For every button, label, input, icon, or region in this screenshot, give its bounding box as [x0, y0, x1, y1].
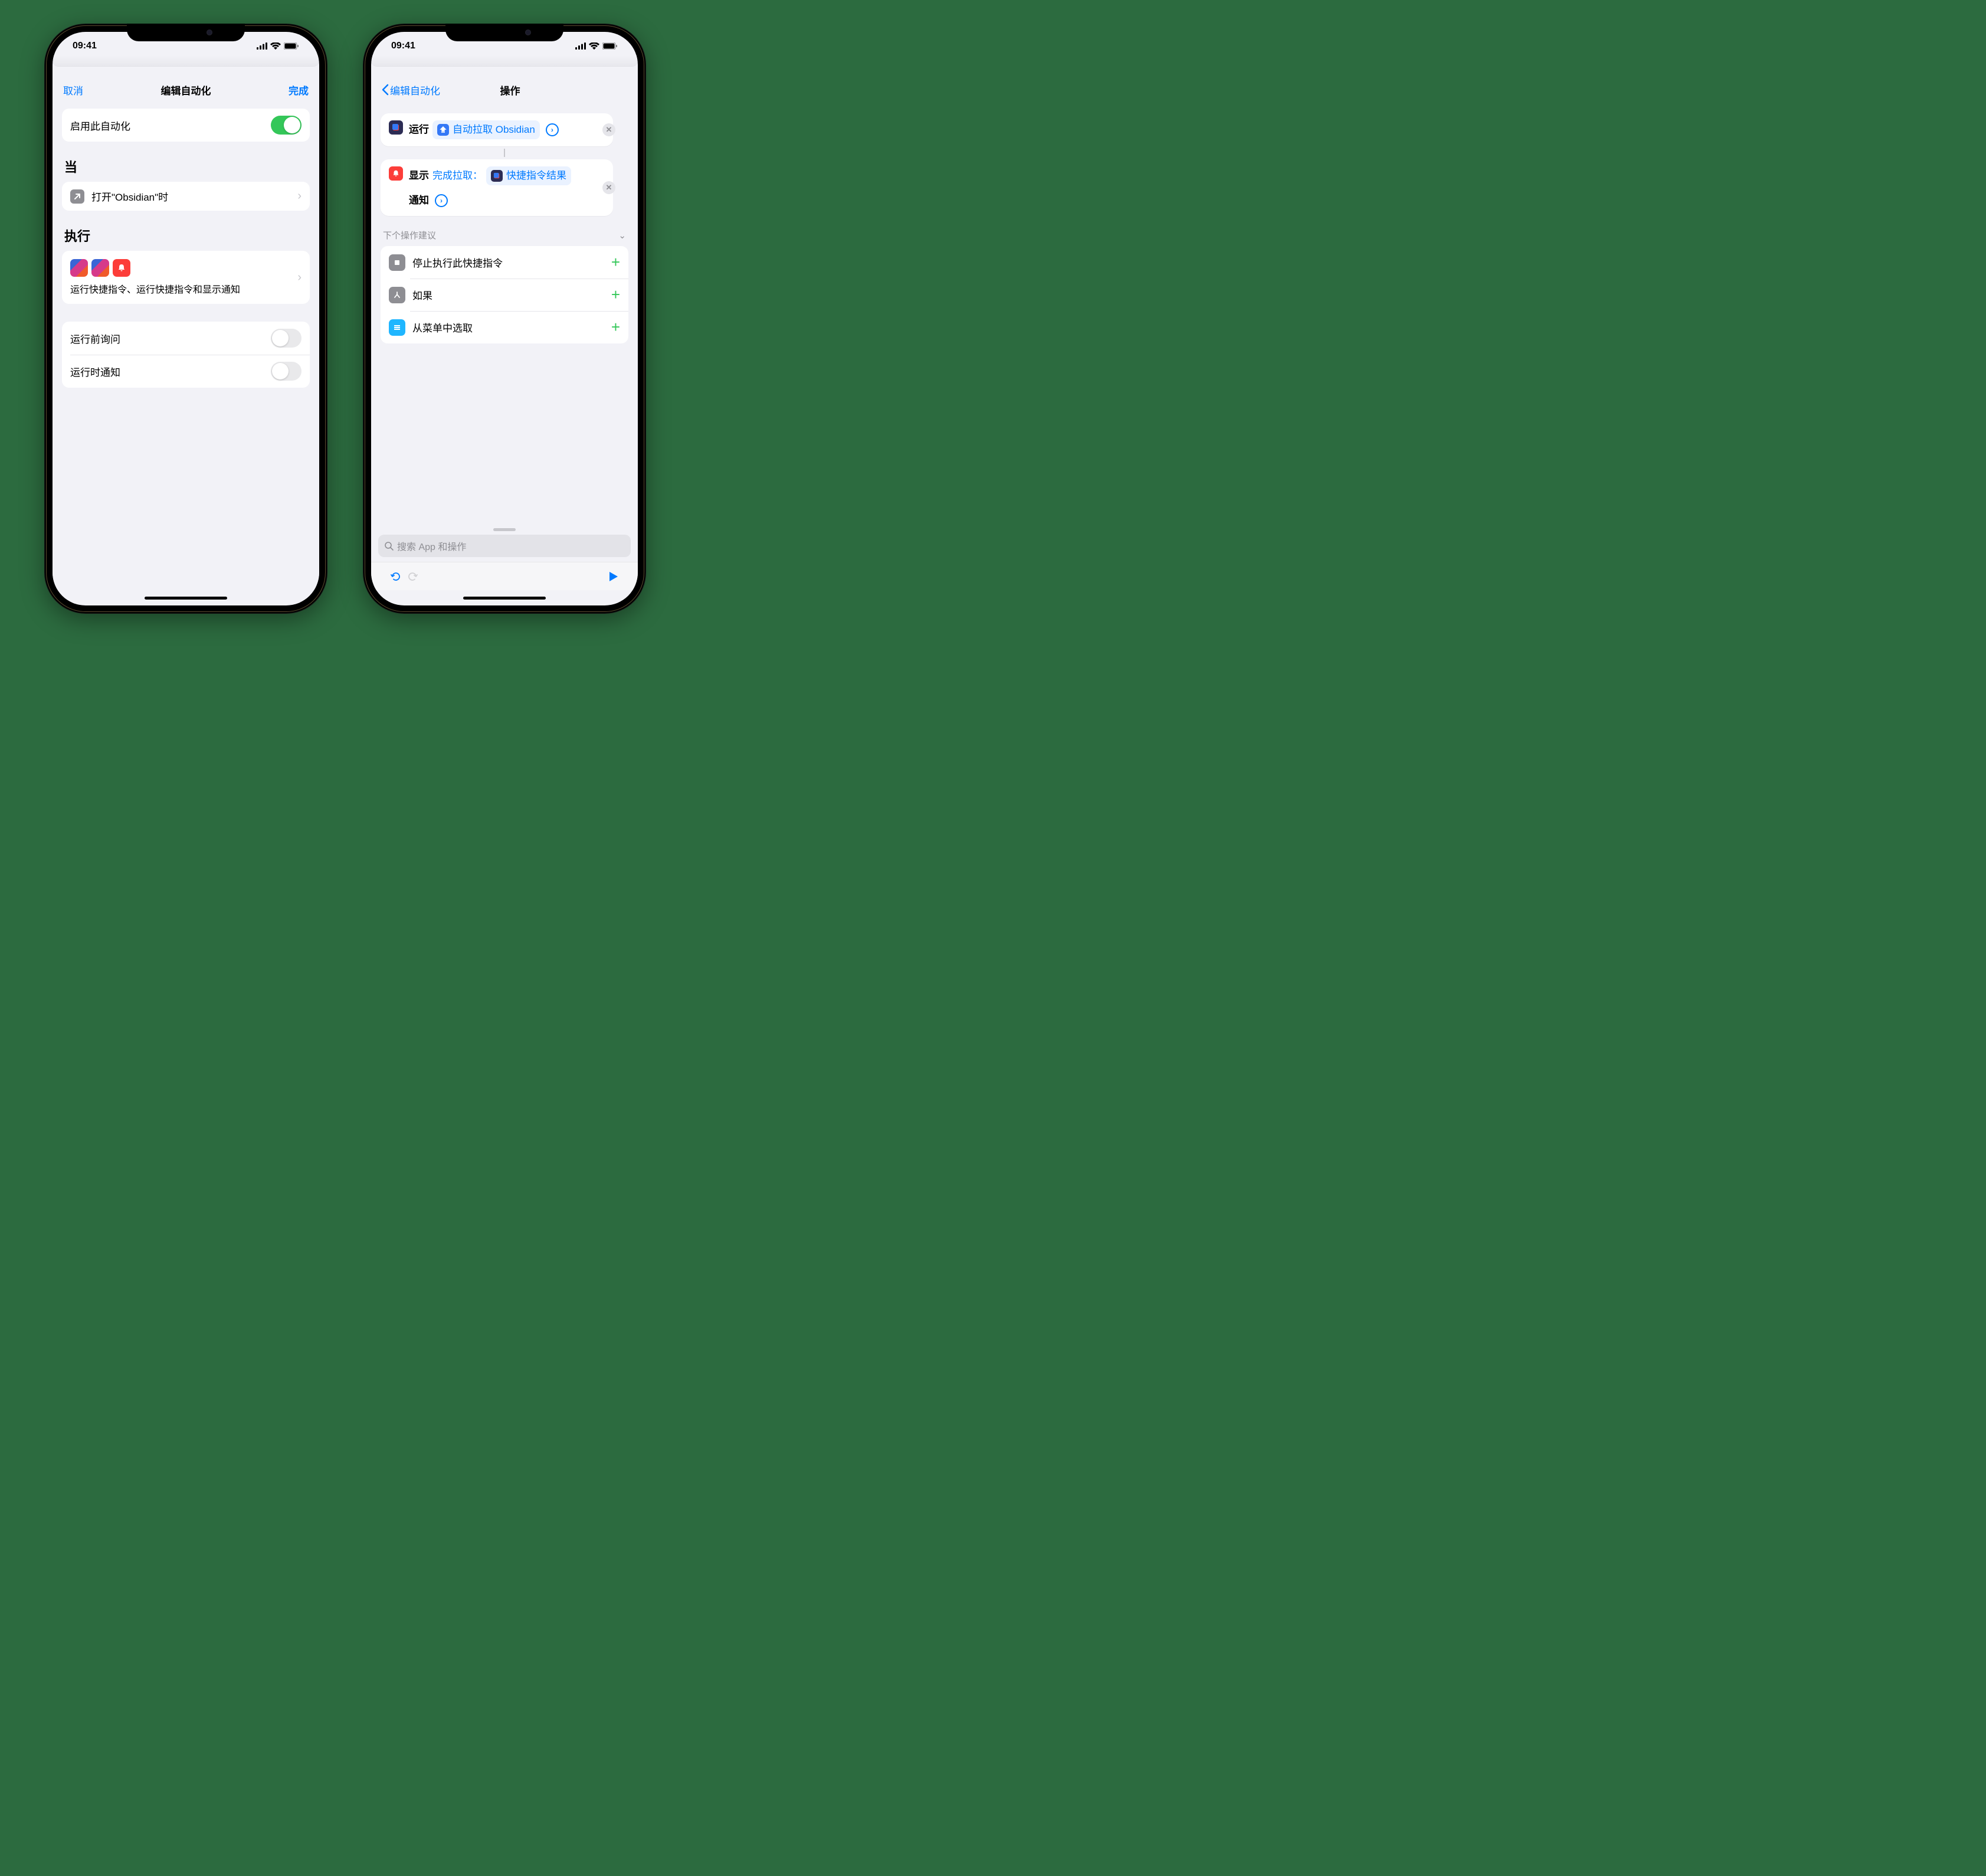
battery-icon [602, 42, 618, 50]
search-icon [384, 541, 394, 551]
ask-label: 运行前询问 [70, 331, 264, 346]
ask-row[interactable]: 运行前询问 [62, 322, 310, 355]
notch [445, 24, 563, 41]
notch [127, 24, 245, 41]
navbar-title: 编辑自动化 [161, 83, 211, 97]
ask-toggle[interactable] [271, 329, 301, 348]
shortcuts-icon [91, 259, 109, 277]
add-icon[interactable]: + [611, 253, 620, 271]
suggestions-list: 停止执行此快捷指令 + 如果 + 从菜单中选取 + [381, 246, 628, 343]
screen-left: 09:41 取消 编辑自动化 完成 启用此自动化 当 [53, 32, 319, 605]
notify-row[interactable]: 运行时通知 [62, 355, 310, 388]
action-text: 显示 完成拉取： 快捷指令结果 通知 › [409, 166, 605, 209]
notification-icon [389, 166, 403, 181]
do-icons [70, 259, 291, 277]
enable-toggle[interactable] [271, 116, 301, 135]
navbar: 取消 编辑自动化 完成 [53, 77, 319, 103]
undo-button[interactable] [388, 568, 404, 585]
notification-icon [113, 259, 130, 277]
do-card[interactable]: 运行快捷指令、运行快捷指令和显示通知 › [62, 251, 310, 304]
menu-icon [389, 319, 405, 336]
content-left: 启用此自动化 当 打开"Obsidian"时 › 执行 [53, 103, 319, 590]
options-card: 运行前询问 运行时通知 [62, 322, 310, 388]
enable-label: 启用此自动化 [70, 118, 264, 133]
notification-text[interactable]: 完成拉取： [432, 168, 483, 184]
cellular-icon [575, 42, 586, 50]
shortcut-token[interactable]: 自动拉取 Obsidian [432, 120, 540, 139]
when-card: 打开"Obsidian"时 › [62, 182, 310, 211]
do-header: 执行 [64, 226, 307, 245]
redo-button [404, 568, 421, 585]
back-label: 编辑自动化 [390, 83, 440, 97]
suggestion-menu[interactable]: 从菜单中选取 + [381, 311, 628, 343]
disclose-button[interactable]: › [435, 194, 448, 207]
notify-label: 运行时通知 [70, 364, 264, 379]
home-indicator [53, 590, 319, 605]
delete-action-button[interactable]: ✕ [602, 123, 615, 136]
result-token-icon [491, 170, 503, 182]
home-indicator [371, 590, 638, 605]
chevron-down-icon: ⌄ [618, 230, 626, 241]
sheet-background [371, 66, 638, 77]
suggestion-label: 停止执行此快捷指令 [412, 255, 604, 270]
action-verb: 运行 [409, 122, 429, 138]
shortcuts-app-icon [389, 120, 403, 135]
delete-action-button[interactable]: ✕ [602, 181, 615, 194]
toolbar [371, 562, 638, 590]
navbar: 编辑自动化 操作 [371, 77, 638, 103]
run-button[interactable] [605, 568, 621, 585]
suggestion-label: 如果 [412, 287, 604, 302]
connector [504, 149, 505, 157]
when-header: 当 [64, 157, 307, 176]
content-right: 运行 自动拉取 Obsidian › ✕ [371, 103, 638, 525]
drawer-handle[interactable] [493, 528, 516, 531]
result-token-label: 快捷指令结果 [506, 168, 566, 184]
action-run-shortcut[interactable]: 运行 自动拉取 Obsidian › ✕ [381, 113, 613, 146]
enable-card: 启用此自动化 [62, 109, 310, 142]
add-icon[interactable]: + [611, 318, 620, 336]
suggestions-title: 下个操作建议 [383, 229, 436, 241]
cellular-icon [257, 42, 267, 50]
trigger-label: 打开"Obsidian"时 [91, 189, 290, 204]
suggestion-stop[interactable]: 停止执行此快捷指令 + [381, 246, 628, 279]
stop-icon [389, 254, 405, 271]
done-button[interactable]: 完成 [289, 83, 309, 97]
action-verb: 显示 [409, 168, 429, 184]
chevron-icon: › [297, 271, 301, 284]
battery-icon [284, 42, 299, 50]
search-placeholder: 搜索 App 和操作 [397, 539, 466, 553]
do-desc: 运行快捷指令、运行快捷指令和显示通知 [70, 281, 291, 296]
add-icon[interactable]: + [611, 286, 620, 304]
disclose-button[interactable]: › [546, 123, 559, 136]
enable-row[interactable]: 启用此自动化 [62, 109, 310, 142]
open-app-icon [70, 189, 84, 204]
screen-right: 09:41 编辑自动化 操作 运行 [371, 32, 638, 605]
shortcuts-icon [70, 259, 88, 277]
suggestion-if[interactable]: 如果 + [381, 279, 628, 311]
phone-right: 09:41 编辑自动化 操作 运行 [363, 24, 646, 614]
navbar-title: 操作 [500, 83, 520, 97]
phone-left: 09:41 取消 编辑自动化 完成 启用此自动化 当 [44, 24, 327, 614]
shortcut-token-label: 自动拉取 Obsidian [453, 122, 535, 138]
result-token[interactable]: 快捷指令结果 [486, 166, 571, 185]
clock: 09:41 [73, 41, 97, 51]
sheet-background [53, 66, 319, 77]
wifi-icon [270, 42, 281, 50]
trigger-row[interactable]: 打开"Obsidian"时 › [62, 182, 310, 211]
chevron-icon: › [297, 189, 301, 203]
chevron-left-icon [382, 84, 389, 96]
shortcut-token-icon [437, 124, 449, 136]
suggestion-label: 从菜单中选取 [412, 320, 604, 335]
search-input[interactable]: 搜索 App 和操作 [378, 535, 631, 557]
notify-toggle[interactable] [271, 362, 301, 381]
branch-icon [389, 287, 405, 303]
clock: 09:41 [391, 41, 415, 51]
wifi-icon [589, 42, 599, 50]
suggestions-header[interactable]: 下个操作建议 ⌄ [381, 227, 628, 246]
action-text: 运行 自动拉取 Obsidian › [409, 120, 605, 139]
back-button[interactable]: 编辑自动化 [382, 83, 440, 97]
action-suffix: 通知 [409, 192, 429, 209]
cancel-button[interactable]: 取消 [63, 83, 83, 97]
action-show-notification[interactable]: 显示 完成拉取： 快捷指令结果 通知 › ✕ [381, 159, 613, 216]
